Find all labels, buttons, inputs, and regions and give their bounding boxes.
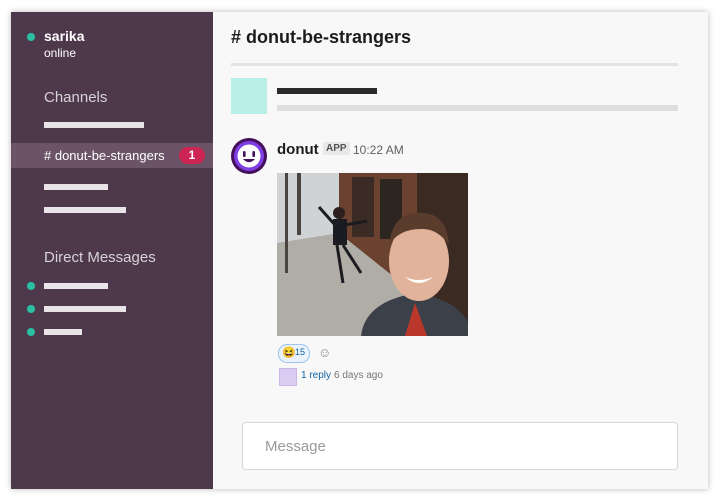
- reply-avatar: [279, 368, 297, 386]
- add-reaction-icon[interactable]: ☺: [318, 345, 331, 360]
- channel-label: # donut-be-strangers: [44, 148, 165, 163]
- sender-name[interactable]: donut: [277, 141, 319, 158]
- dm-item-placeholder[interactable]: [44, 329, 82, 335]
- placeholder-avatar: [231, 78, 267, 114]
- channel-title[interactable]: # donut-be-strangers: [231, 27, 411, 48]
- reaction-count: 15: [295, 347, 306, 357]
- channel-view: # donut-be-strangers donut APP 10:22 AM: [213, 12, 708, 489]
- sidebar: sarika online Channels # donut-be-strang…: [11, 12, 213, 489]
- presence-dot-icon: [27, 305, 35, 313]
- direct-messages-heading[interactable]: Direct Messages: [44, 249, 156, 266]
- placeholder-message: [277, 105, 678, 111]
- channel-item-placeholder[interactable]: [44, 207, 126, 213]
- message-composer[interactable]: [242, 422, 678, 470]
- message-input[interactable]: [243, 423, 677, 469]
- user-status: online: [44, 46, 77, 60]
- sidebar-item-donut-be-strangers[interactable]: # donut-be-strangers 1: [11, 143, 213, 168]
- placeholder-name: [277, 88, 377, 94]
- presence-dot-icon: [27, 282, 35, 290]
- laughing-emoji-icon: 😆: [282, 347, 296, 359]
- message-photo[interactable]: [277, 173, 468, 336]
- dm-item-placeholder[interactable]: [44, 283, 108, 289]
- user-name[interactable]: sarika: [44, 28, 84, 44]
- dm-item-placeholder[interactable]: [44, 306, 126, 312]
- reply-timestamp: 6 days ago: [334, 370, 383, 381]
- app-tag: APP: [323, 142, 350, 155]
- donut-avatar-icon[interactable]: [231, 138, 267, 174]
- app-window: sarika online Channels # donut-be-strang…: [11, 12, 708, 489]
- channel-item-placeholder[interactable]: [44, 122, 144, 128]
- reaction-pill[interactable]: 😆 15: [278, 344, 310, 363]
- reply-count-link[interactable]: 1 reply: [301, 370, 331, 381]
- presence-dot-icon: [27, 328, 35, 336]
- unread-badge: 1: [179, 147, 205, 164]
- presence-dot-icon: [27, 33, 35, 41]
- channel-item-placeholder[interactable]: [44, 184, 108, 190]
- header-divider: [231, 63, 678, 66]
- message-timestamp[interactable]: 10:22 AM: [353, 143, 404, 157]
- channels-heading[interactable]: Channels: [44, 89, 107, 106]
